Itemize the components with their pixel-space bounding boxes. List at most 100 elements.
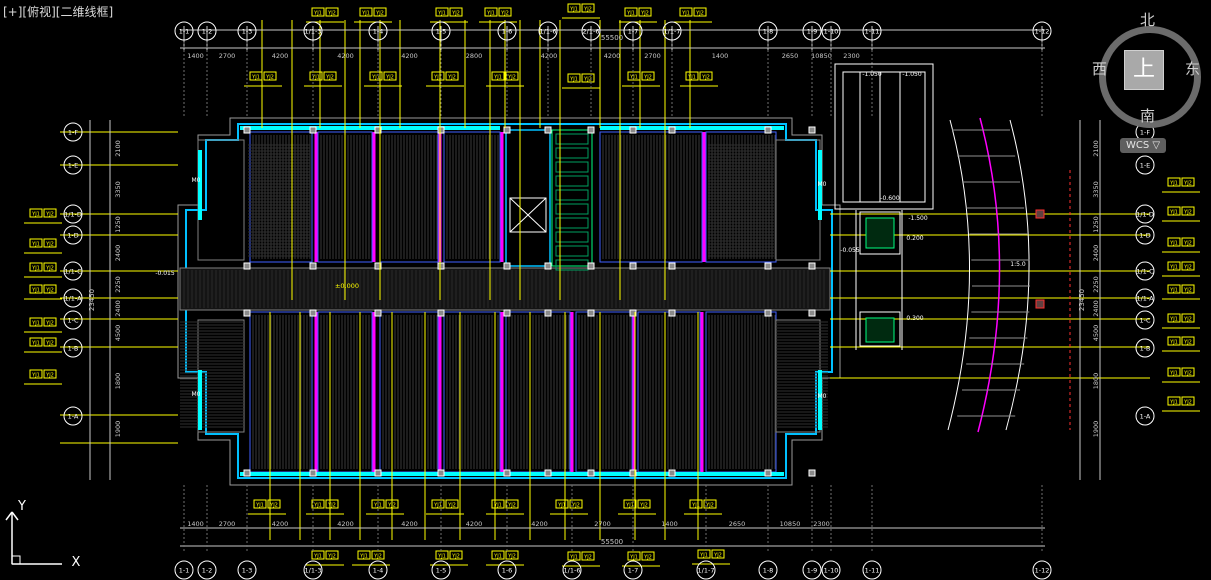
dim-top-value: 2650 <box>782 52 799 60</box>
tag-3-code-a: YJ1 <box>486 11 495 17</box>
column <box>544 469 552 477</box>
dim-bottom-value: 1400 <box>187 520 204 528</box>
axis-bottom-6-label: 1-6 <box>502 567 513 575</box>
axis-right-3-label: 1-D <box>1139 232 1151 240</box>
tag-right-6-code-b: YJ2 <box>1183 340 1192 346</box>
tag-11-code-b: YJ2 <box>507 75 516 81</box>
axis-bottom-2-label: 1-3 <box>242 567 253 575</box>
door-mark: M0 <box>818 181 827 188</box>
drawing-viewport[interactable]: YJ1 YJ2 YJ1 YJ2 YJ1 YJ2 YJ1 YJ2 YJ1 YJ2 YJ1 YJ2 YJ1 Y… <box>0 0 1211 580</box>
dim-right-value: 1800 <box>1092 373 1100 390</box>
tag-8-code-b: YJ2 <box>325 75 334 81</box>
axis-right-6-label: 1-C <box>1139 317 1150 325</box>
stair-step <box>555 231 589 243</box>
column <box>503 469 511 477</box>
viewcube-west[interactable]: 西 <box>1092 58 1107 79</box>
tag-21-code-b: YJ2 <box>639 503 648 509</box>
dim-bottom-value: 4200 <box>272 520 289 528</box>
viewcube-top-face[interactable]: 上 <box>1124 50 1164 90</box>
column <box>668 309 676 317</box>
tag-3-code-b: YJ2 <box>500 11 509 17</box>
tag-left-0-code-b: YJ2 <box>45 212 54 218</box>
dim-right-value: 1250 <box>1092 216 1100 233</box>
tag-9-code-b: YJ2 <box>385 75 394 81</box>
dim-left-value: 2400 <box>114 300 122 317</box>
tag-4-code-b: YJ2 <box>583 7 592 13</box>
tag-19-code-a: YJ1 <box>493 503 502 509</box>
dim-top-value: 4200 <box>604 52 621 60</box>
axis-top-6-label: 1-6 <box>502 28 513 36</box>
wcs-menu-button[interactable]: WCS ▽ <box>1120 138 1166 153</box>
tag-right-5-code-b: YJ2 <box>1183 317 1192 323</box>
dim-bottom-value: 4200 <box>337 520 354 528</box>
stair-step <box>555 217 589 229</box>
axis-top-11-label: 1-8 <box>763 28 774 36</box>
dim-bottom-total: 55500 <box>601 538 623 546</box>
axis-top-15-label: 1-12 <box>1035 28 1050 36</box>
column <box>587 126 595 134</box>
tag-5-code-a: YJ1 <box>626 11 635 17</box>
tag-6-code-a: YJ1 <box>681 11 690 17</box>
axis-bottom-10-label: 1-8 <box>763 567 774 575</box>
viewport-controls-label[interactable]: [+][俯视][二维线框] <box>3 3 113 20</box>
tag-27-code-b: YJ2 <box>583 555 592 561</box>
tag-left-3-code-a: YJ1 <box>31 288 40 294</box>
tag-16-code-b: YJ2 <box>327 503 336 509</box>
axis-right-2-label: 1/1-D <box>1136 211 1154 219</box>
dim-bottom-value: 2700 <box>219 520 236 528</box>
axis-right-1-label: 1-E <box>1140 162 1151 170</box>
column <box>243 469 251 477</box>
level-e2: -1.050 <box>902 71 922 78</box>
tag-23-code-b: YJ2 <box>327 554 336 560</box>
tag-right-3-code-b: YJ2 <box>1183 265 1192 271</box>
tag-right-7-code-a: YJ1 <box>1169 371 1178 377</box>
tag-left-4-code-a: YJ1 <box>31 321 40 327</box>
dim-top-value: 2300 <box>843 52 860 60</box>
column <box>243 309 251 317</box>
dim-left-value: 2400 <box>114 245 122 262</box>
dim-right-value: 2400 <box>1092 300 1100 317</box>
axis-right-7-label: 1-B <box>1140 345 1151 353</box>
column <box>309 126 317 134</box>
column <box>544 262 552 270</box>
level-main: ±0.000 <box>335 282 359 290</box>
red-marker <box>1035 299 1045 309</box>
viewcube-east[interactable]: 东 <box>1185 58 1200 79</box>
dim-left-value: 1250 <box>114 216 122 233</box>
column <box>587 469 595 477</box>
tag-18-code-b: YJ2 <box>447 503 456 509</box>
tag-2-code-a: YJ1 <box>437 11 446 17</box>
axis-bottom-8-label: 1-7 <box>628 567 639 575</box>
cad-drawing[interactable]: YJ1 YJ2 YJ1 YJ2 YJ1 YJ2 YJ1 YJ2 YJ1 YJ2 YJ1 YJ2 YJ1 Y… <box>0 0 1211 580</box>
viewcube[interactable]: 北 西 东 南 上 WCS ▽ <box>1092 6 1201 156</box>
planter <box>865 217 895 249</box>
dim-left-value: 1900 <box>114 421 122 438</box>
tag-9-code-a: YJ1 <box>371 75 380 81</box>
column <box>309 469 317 477</box>
dim-top-value: 4200 <box>541 52 558 60</box>
viewcube-north[interactable]: 北 <box>1140 9 1155 30</box>
dim-right-value: 2250 <box>1092 276 1100 293</box>
viewcube-south[interactable]: 南 <box>1140 105 1155 126</box>
tag-29-code-a: YJ1 <box>699 553 708 559</box>
column <box>503 262 511 270</box>
tag-25-code-a: YJ1 <box>437 554 446 560</box>
column <box>764 126 772 134</box>
tag-left-5-code-b: YJ2 <box>45 341 54 347</box>
wing-room <box>197 139 245 261</box>
tag-24-code-a: YJ1 <box>359 554 368 560</box>
dim-bottom-value: 4200 <box>401 520 418 528</box>
dim-right-value: 1900 <box>1092 421 1100 438</box>
column <box>629 126 637 134</box>
column <box>243 262 251 270</box>
tag-15-code-a: YJ1 <box>255 503 264 509</box>
axis-right-8-label: 1-A <box>1140 413 1151 421</box>
tag-left-3-code-b: YJ2 <box>45 288 54 294</box>
tag-5-code-b: YJ2 <box>640 11 649 17</box>
annex-box <box>834 63 934 210</box>
door-mark: M0 <box>192 177 201 184</box>
tag-19-code-b: YJ2 <box>507 503 516 509</box>
stair-step <box>555 245 589 257</box>
axis-left-8-label: 1-A <box>68 413 79 421</box>
dim-top-value: 2700 <box>219 52 236 60</box>
